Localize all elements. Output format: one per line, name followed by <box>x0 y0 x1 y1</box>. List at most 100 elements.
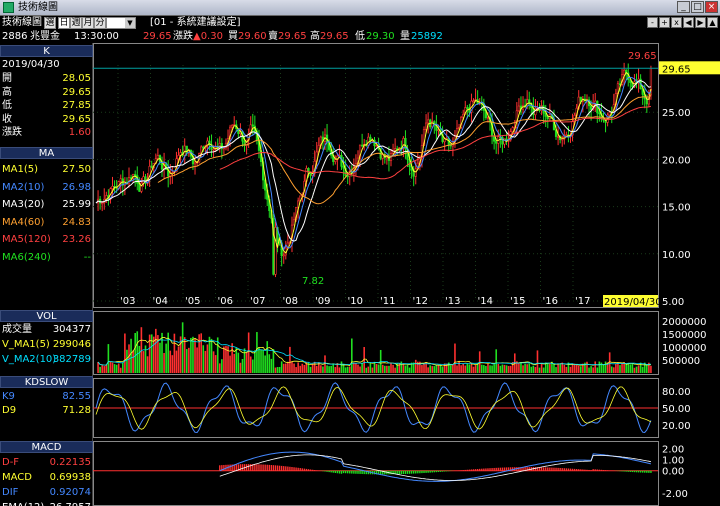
macd-bar <box>293 467 295 471</box>
volume-bar <box>505 365 508 373</box>
x-tick-label: '14 <box>478 296 493 307</box>
volume-bar <box>452 364 454 373</box>
k-label: 開 <box>2 73 12 84</box>
volume-bar <box>381 364 384 373</box>
macd-label: MACD <box>2 472 32 483</box>
vol-section-header[interactable]: VOL <box>0 310 93 322</box>
macd-bar <box>582 469 584 471</box>
volume-bar <box>435 365 438 373</box>
close-button[interactable]: × <box>705 1 718 13</box>
volume-bar <box>549 363 551 373</box>
low-value: 29.30 <box>366 31 395 42</box>
macd-bar <box>398 470 400 475</box>
volume-bar <box>221 359 223 373</box>
volume-bar <box>357 364 359 373</box>
volume-bar <box>553 363 555 373</box>
weekly-button[interactable]: 週 <box>70 17 82 29</box>
volume-bar <box>518 363 520 373</box>
x-tick-label: '13 <box>445 296 460 307</box>
scroll-up-button[interactable]: ▲ <box>707 17 718 28</box>
k-section-header[interactable]: K <box>0 45 93 57</box>
volume-bar <box>134 333 136 373</box>
volume-bar <box>254 350 256 373</box>
volume-bar <box>441 367 444 373</box>
macd-tick-label: 0.00 <box>662 467 684 478</box>
close-chart-button[interactable]: x <box>671 17 682 28</box>
macd-section-header[interactable]: MACD <box>0 441 93 453</box>
macd-bar <box>627 470 629 472</box>
candle <box>111 185 114 190</box>
macd-bar <box>648 470 650 473</box>
macd-bar <box>497 467 499 471</box>
macd-bar <box>412 470 415 474</box>
scroll-left-button[interactable]: ◀ <box>683 17 694 28</box>
volume-bar <box>280 361 283 373</box>
period-select[interactable]: ▼ <box>106 17 136 29</box>
macd-value: 26.7957 <box>50 502 91 506</box>
volume-bar <box>373 361 376 373</box>
zoom-out-button[interactable]: - <box>647 17 658 28</box>
macd-bar <box>276 465 279 471</box>
macd-bar <box>487 468 489 471</box>
ma-section-header[interactable]: MA <box>0 147 93 159</box>
volume-bar <box>297 362 299 373</box>
volume-bar <box>171 355 174 373</box>
scroll-right-button[interactable]: ▶ <box>695 17 706 28</box>
volume-bar <box>301 363 304 373</box>
volume-bar <box>474 365 477 373</box>
volume-bar <box>507 366 510 373</box>
volume-bar <box>619 365 621 373</box>
candle <box>375 145 378 147</box>
macd-bar <box>563 468 565 471</box>
maximize-button[interactable]: □ <box>691 1 704 13</box>
candle <box>598 112 601 115</box>
candle <box>608 112 611 116</box>
zoom-in-button[interactable]: + <box>659 17 670 28</box>
macd-bar <box>254 464 256 471</box>
volume-bar <box>175 350 178 373</box>
minute-button[interactable]: 分 <box>94 17 106 29</box>
macd-row: MACD 0.69938 <box>2 472 91 484</box>
x-tick-label: '15 <box>510 296 525 307</box>
macd-bar <box>639 470 642 473</box>
chart-area[interactable]: 25.00 20.00 15.00 10.00 5.00 '03 '04 '05 '06 '07 '… <box>93 43 720 506</box>
macd-bar <box>464 469 466 471</box>
ma-row: MA6(240) -- <box>2 252 91 264</box>
daily-button[interactable]: 日 <box>58 17 70 29</box>
volume-bar <box>192 336 194 373</box>
minimize-button[interactable]: _ <box>677 1 690 13</box>
change-label: 漲跌 <box>173 31 193 42</box>
indicator-panel: K 2019/04/30 開 28.05 高 29.65 低 27.85 收 29.65 漲跌 1… <box>0 43 93 506</box>
select-stock-button[interactable]: 選 <box>44 17 56 29</box>
volume-bars <box>97 322 652 373</box>
candle <box>414 168 417 177</box>
volume-bar <box>351 338 353 373</box>
volume-bar <box>177 346 180 373</box>
macd-bar <box>598 469 601 471</box>
candle <box>150 166 153 168</box>
vol-tick-label: 1500000 <box>662 330 707 341</box>
bid-value: 29.60 <box>238 31 267 42</box>
volume-bar <box>375 363 378 373</box>
ma-value: 26.98 <box>62 181 91 193</box>
volume-bar <box>462 363 465 373</box>
volume-bar <box>590 366 592 373</box>
x-tick-label: '07 <box>250 296 265 307</box>
monthly-button[interactable]: 月 <box>82 17 94 29</box>
macd-bar <box>472 469 475 471</box>
volume-bar <box>534 366 537 373</box>
date-tag-label: 2019/04/30 <box>604 297 662 308</box>
candle <box>367 136 370 146</box>
macd-bar <box>623 470 625 472</box>
volume-bar <box>631 363 634 373</box>
volume-bar <box>126 349 128 373</box>
volume-bar <box>105 364 108 373</box>
volume-bar <box>565 366 568 373</box>
high-label: 高 <box>310 31 320 42</box>
volume-bar <box>322 366 324 373</box>
x-tick-label: '17 <box>575 296 590 307</box>
ask-label: 賣 <box>268 31 278 42</box>
kd-section-header[interactable]: KDSLOW <box>0 376 93 388</box>
volume-bar <box>188 347 190 373</box>
technical-chart-svg[interactable]: 25.00 20.00 15.00 10.00 5.00 '03 '04 '05 '06 '07 '… <box>93 43 720 506</box>
